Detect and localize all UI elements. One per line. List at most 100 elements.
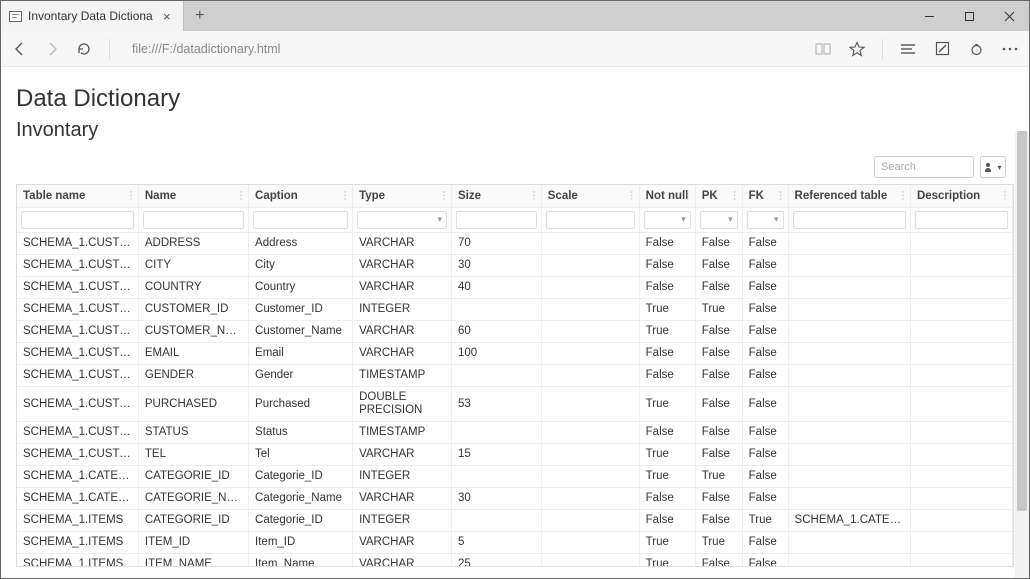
filter-input-caption[interactable] bbox=[253, 211, 348, 229]
web-note-icon[interactable] bbox=[933, 40, 951, 58]
reading-view-icon[interactable] bbox=[814, 40, 832, 58]
cell-ref_table bbox=[788, 254, 910, 276]
cell-description bbox=[910, 342, 1012, 364]
table-row[interactable]: SCHEMA_1.CATEGORIESCATEGORIE_IDCategorie… bbox=[17, 465, 1013, 487]
table-row[interactable]: SCHEMA_1.CUSTOMERSSTATUSStatusTIMESTAMPF… bbox=[17, 421, 1013, 443]
cell-ref_table bbox=[788, 553, 910, 567]
filter-input-scale[interactable] bbox=[546, 211, 635, 229]
cell-table_name: SCHEMA_1.CUSTOMERS bbox=[17, 443, 138, 465]
table-row[interactable]: SCHEMA_1.ITEMSITEM_NAMEItem_NameVARCHAR2… bbox=[17, 553, 1013, 567]
filter-input-name[interactable] bbox=[143, 211, 244, 229]
sort-handle-icon[interactable]: ⋮ bbox=[1000, 190, 1010, 201]
cell-name: PURCHASED bbox=[138, 386, 248, 421]
cell-fk: False bbox=[742, 487, 788, 509]
table-row[interactable]: SCHEMA_1.ITEMSITEM_IDItem_IDVARCHAR5True… bbox=[17, 531, 1013, 553]
tabs-strip: Invontary Data Dictiona × + bbox=[1, 1, 216, 31]
cell-fk: False bbox=[742, 421, 788, 443]
sort-handle-icon[interactable]: ⋮ bbox=[730, 190, 740, 201]
search-input[interactable]: Search bbox=[874, 156, 974, 178]
cell-description bbox=[910, 443, 1012, 465]
table-row[interactable]: SCHEMA_1.CUSTOMERSGENDERGenderTIMESTAMPF… bbox=[17, 364, 1013, 386]
cell-ref_table bbox=[788, 443, 910, 465]
table-row[interactable]: SCHEMA_1.CATEGORIESCATEGORIE_NAMECategor… bbox=[17, 487, 1013, 509]
minimize-button[interactable] bbox=[909, 1, 949, 31]
table-toolbar: Search ▾ bbox=[16, 156, 1014, 178]
close-tab-icon[interactable]: × bbox=[159, 8, 175, 24]
cell-size bbox=[452, 298, 542, 320]
table-row[interactable]: SCHEMA_1.CUSTOMERSCITYCityVARCHAR30False… bbox=[17, 254, 1013, 276]
sort-handle-icon[interactable]: ⋮ bbox=[898, 190, 908, 201]
more-icon[interactable] bbox=[1001, 40, 1019, 58]
address-bar: file:///F:/datadictionary.html bbox=[1, 31, 1029, 67]
table-header-row: Table name⋮Name⋮Caption⋮Type⋮Size⋮Scale⋮… bbox=[17, 185, 1013, 207]
url-field[interactable]: file:///F:/datadictionary.html bbox=[126, 42, 800, 56]
tab-active[interactable]: Invontary Data Dictiona × bbox=[1, 1, 184, 31]
table-row[interactable]: SCHEMA_1.CUSTOMERSTELTelVARCHAR15TrueFal… bbox=[17, 443, 1013, 465]
sort-handle-icon[interactable]: ⋮ bbox=[683, 190, 693, 201]
back-button[interactable] bbox=[11, 40, 29, 58]
scrollbar-thumb[interactable] bbox=[1017, 131, 1027, 511]
filter-select-type[interactable]: ▾ bbox=[357, 211, 447, 229]
cell-type: VARCHAR bbox=[353, 342, 452, 364]
column-header-fk[interactable]: FK⋮ bbox=[742, 185, 788, 207]
maximize-button[interactable] bbox=[949, 1, 989, 31]
column-header-caption[interactable]: Caption⋮ bbox=[249, 185, 353, 207]
cell-pk: False bbox=[695, 443, 742, 465]
refresh-button[interactable] bbox=[75, 40, 93, 58]
cell-fk: False bbox=[742, 232, 788, 254]
sort-handle-icon[interactable]: ⋮ bbox=[236, 190, 246, 201]
cell-ref_table bbox=[788, 342, 910, 364]
filter-select-not_null[interactable]: ▾ bbox=[644, 211, 691, 229]
table-row[interactable]: SCHEMA_1.ITEMSCATEGORIE_IDCategorie_IDIN… bbox=[17, 509, 1013, 531]
vertical-scrollbar[interactable] bbox=[1015, 131, 1029, 578]
column-header-name[interactable]: Name⋮ bbox=[138, 185, 248, 207]
column-header-pk[interactable]: PK⋮ bbox=[695, 185, 742, 207]
column-header-type[interactable]: Type⋮ bbox=[353, 185, 452, 207]
sort-handle-icon[interactable]: ⋮ bbox=[529, 190, 539, 201]
cell-type: VARCHAR bbox=[353, 443, 452, 465]
column-header-table_name[interactable]: Table name⋮ bbox=[17, 185, 138, 207]
table-row[interactable]: SCHEMA_1.CUSTOMERSCUSTOMER_NAMECustomer_… bbox=[17, 320, 1013, 342]
cell-not_null: True bbox=[639, 386, 695, 421]
table-row[interactable]: SCHEMA_1.CUSTOMERSADDRESSAddressVARCHAR7… bbox=[17, 232, 1013, 254]
favorite-star-icon[interactable] bbox=[848, 40, 866, 58]
table-row[interactable]: SCHEMA_1.CUSTOMERSCUSTOMER_IDCustomer_ID… bbox=[17, 298, 1013, 320]
export-button[interactable]: ▾ bbox=[980, 156, 1006, 178]
sort-handle-icon[interactable]: ⋮ bbox=[126, 190, 136, 201]
sort-handle-icon[interactable]: ⋮ bbox=[776, 190, 786, 201]
cell-type: VARCHAR bbox=[353, 553, 452, 567]
cell-table_name: SCHEMA_1.CUSTOMERS bbox=[17, 232, 138, 254]
close-window-button[interactable] bbox=[989, 1, 1029, 31]
sort-handle-icon[interactable]: ⋮ bbox=[627, 190, 637, 201]
table-row[interactable]: SCHEMA_1.CUSTOMERSEMAILEmailVARCHAR100Fa… bbox=[17, 342, 1013, 364]
cell-caption: Customer_Name bbox=[249, 320, 353, 342]
column-header-not_null[interactable]: Not null⋮ bbox=[639, 185, 695, 207]
column-header-size[interactable]: Size⋮ bbox=[452, 185, 542, 207]
table-row[interactable]: SCHEMA_1.CUSTOMERSPURCHASEDPurchasedDOUB… bbox=[17, 386, 1013, 421]
cell-name: CITY bbox=[138, 254, 248, 276]
filter-input-size[interactable] bbox=[456, 211, 537, 229]
cell-pk: False bbox=[695, 509, 742, 531]
filter-input-table_name[interactable] bbox=[21, 211, 134, 229]
hub-icon[interactable] bbox=[899, 40, 917, 58]
filter-input-description[interactable] bbox=[915, 211, 1008, 229]
new-tab-button[interactable]: + bbox=[184, 1, 216, 31]
column-header-scale[interactable]: Scale⋮ bbox=[541, 185, 639, 207]
cell-not_null: False bbox=[639, 232, 695, 254]
share-icon[interactable] bbox=[967, 40, 985, 58]
table-row[interactable]: SCHEMA_1.CUSTOMERSCOUNTRYCountryVARCHAR4… bbox=[17, 276, 1013, 298]
cell-ref_table bbox=[788, 232, 910, 254]
cell-name: EMAIL bbox=[138, 342, 248, 364]
cell-scale bbox=[541, 364, 639, 386]
forward-button[interactable] bbox=[43, 40, 61, 58]
sort-handle-icon[interactable]: ⋮ bbox=[340, 190, 350, 201]
filter-select-pk[interactable]: ▾ bbox=[700, 211, 738, 229]
column-header-ref_table[interactable]: Referenced table⋮ bbox=[788, 185, 910, 207]
cell-caption: Address bbox=[249, 232, 353, 254]
column-header-description[interactable]: Description⋮ bbox=[910, 185, 1012, 207]
filter-input-ref_table[interactable] bbox=[793, 211, 906, 229]
cell-size: 5 bbox=[452, 531, 542, 553]
sort-handle-icon[interactable]: ⋮ bbox=[439, 190, 449, 201]
filter-select-fk[interactable]: ▾ bbox=[747, 211, 784, 229]
cell-ref_table bbox=[788, 421, 910, 443]
